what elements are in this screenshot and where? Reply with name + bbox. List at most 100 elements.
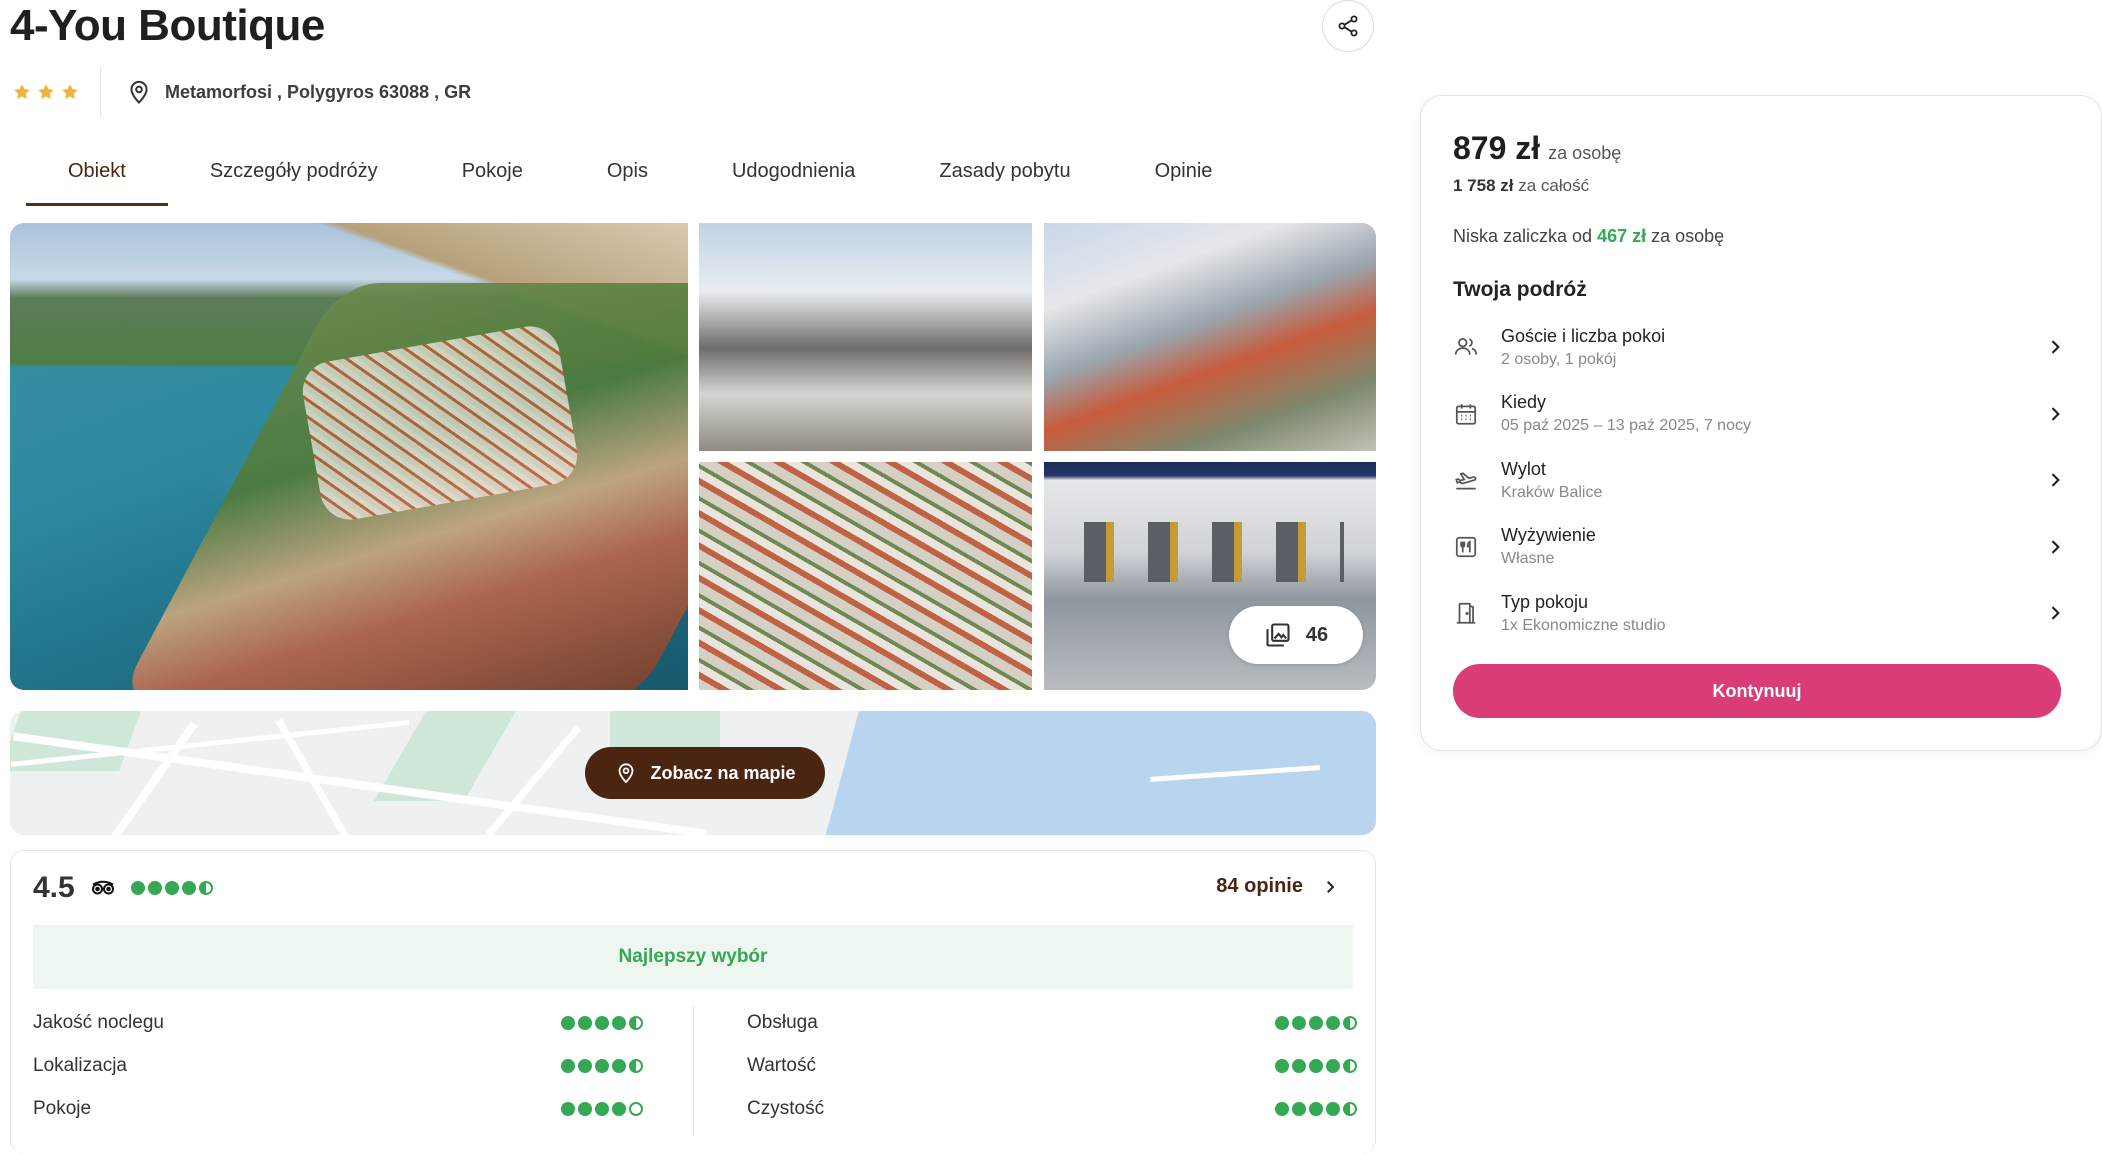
rating-dot — [595, 1015, 609, 1030]
hotel-meta: Metamorfosi , Polygyros 63088 , GR — [12, 67, 472, 117]
trip-item-label: Kiedy — [1501, 392, 1547, 413]
rating-dot — [1275, 1058, 1289, 1073]
rating-dot — [1275, 1101, 1289, 1116]
all-reviews-link[interactable]: 84 opinie — [1216, 875, 1339, 898]
deposit-prefix: Niska zaliczka od — [1453, 226, 1593, 246]
rating-dot — [612, 1101, 626, 1116]
rating-dot — [198, 881, 213, 895]
review-category-label: Obsługa — [747, 1011, 818, 1033]
meta-divider — [100, 67, 101, 117]
deposit-info: Niska zaliczka od 467 zł za osobę — [1453, 226, 1724, 247]
rating-dot — [1309, 1058, 1323, 1073]
trip-section-title: Twoja podróż — [1453, 278, 1587, 301]
gallery-icon — [1266, 623, 1290, 647]
rating-dot — [612, 1058, 626, 1073]
location-pin-icon — [130, 80, 148, 104]
continue-button[interactable]: Kontynuuj — [1453, 664, 2061, 718]
trip-item-guests[interactable]: Goście i liczba pokoi 2 osoby, 1 pokój — [1453, 314, 2071, 381]
rating-dot — [1343, 1015, 1357, 1030]
review-category-row: Czystość — [747, 1087, 1357, 1130]
map-preview[interactable]: Zobacz na mapie — [10, 711, 1376, 835]
photo-count: 46 — [1305, 623, 1329, 646]
gallery-photo[interactable] — [699, 223, 1032, 451]
trip-item-value: Własne — [1501, 550, 1555, 568]
share-icon — [1338, 15, 1358, 37]
chevron-right-icon — [1327, 880, 1335, 893]
rating-dot — [612, 1015, 626, 1030]
price-amount: 879 zł — [1453, 130, 1541, 166]
rating-dot — [1275, 1015, 1289, 1030]
chevron-right-icon — [2051, 606, 2060, 620]
gallery-photo[interactable] — [1044, 223, 1376, 451]
rating-dot — [629, 1015, 643, 1030]
show-all-photos-button[interactable]: 46 — [1229, 606, 1363, 664]
trip-item-meals[interactable]: Wyżywienie Własne — [1453, 514, 2071, 581]
rating-dot — [130, 881, 145, 895]
map-road — [1150, 765, 1320, 782]
guests-icon — [1454, 338, 1478, 355]
review-score: 4.5 — [33, 871, 75, 904]
trip-item-value: 2 osoby, 1 pokój — [1501, 350, 1617, 368]
trip-item-departure[interactable]: Wylot Kraków Balice — [1453, 447, 2071, 514]
rating-dot — [1292, 1058, 1306, 1073]
trip-item-label: Wylot — [1501, 458, 1546, 479]
review-category-label: Czystość — [747, 1097, 825, 1119]
rating-dot — [629, 1101, 643, 1116]
rating-dot — [1343, 1058, 1357, 1073]
gallery-photo[interactable] — [699, 462, 1032, 690]
booking-panel: 879 zł za osobę 1 758 zł za całość Niska… — [1420, 95, 2102, 751]
price-unit: za osobę — [1548, 143, 1622, 163]
rating-dot — [578, 1015, 592, 1030]
star-icon — [14, 84, 30, 100]
trip-item-value: 1x Ekonomiczne studio — [1501, 616, 1666, 634]
gallery-photo-main[interactable] — [10, 223, 688, 690]
tab-udogodnienia[interactable]: Udogodnienia — [690, 150, 897, 206]
tab-zasady-pobytu[interactable]: Zasady pobytu — [897, 150, 1112, 206]
rating-dot — [1326, 1015, 1340, 1030]
photo-umbrellas-shape — [1084, 522, 1344, 582]
hotel-title: 4-You Boutique — [10, 1, 325, 50]
rating-dots — [561, 1015, 643, 1030]
plane-departure-icon — [1455, 472, 1477, 490]
tab-pokoje[interactable]: Pokoje — [420, 150, 565, 206]
trip-details-list: Goście i liczba pokoi 2 osoby, 1 pokój K… — [1453, 314, 2071, 647]
chevron-right-icon — [2051, 540, 2060, 554]
review-category-row: Wartość — [747, 1044, 1357, 1087]
rating-dot — [595, 1101, 609, 1116]
rating-dot — [164, 881, 179, 895]
view-on-map-button[interactable]: Zobacz na mapie — [585, 747, 825, 799]
trip-item-dates[interactable]: Kiedy 05 paź 2025 – 13 paź 2025, 7 nocy — [1453, 381, 2071, 448]
meal-icon — [1455, 536, 1477, 557]
rating-dot — [1309, 1101, 1323, 1116]
trip-item-room-type[interactable]: Typ pokoju 1x Ekonomiczne studio — [1453, 580, 2071, 647]
rating-dot — [561, 1015, 575, 1030]
reviews-header: 4.5 — [33, 871, 213, 905]
rating-dot — [1326, 1101, 1340, 1116]
rating-dot — [181, 881, 196, 895]
hotel-overview: 4-You Boutique Metamorfosi , Polygyros 6… — [0, 0, 1380, 1154]
price-per-person: 879 zł za osobę — [1453, 130, 1621, 167]
reviews-count: 84 opinie — [1216, 875, 1303, 897]
tab-szczegoly-podrozy[interactable]: Szczegóły podróży — [168, 150, 420, 206]
best-choice-badge: Najlepszy wybór — [33, 925, 1353, 989]
tab-obiekt[interactable]: Obiekt — [26, 150, 168, 206]
trip-item-text: Goście i liczba pokoi 2 osoby, 1 pokój — [1501, 326, 1665, 369]
share-button[interactable] — [1322, 0, 1374, 52]
review-category-row: Jakość noclegu — [33, 1001, 643, 1044]
rating-dots — [1275, 1015, 1357, 1030]
review-category-label: Jakość noclegu — [33, 1011, 164, 1033]
deposit-amount: 467 zł — [1597, 226, 1647, 246]
calendar-icon — [1455, 404, 1477, 425]
review-category-label: Lokalizacja — [33, 1054, 127, 1076]
view-on-map-label: Zobacz na mapie — [650, 762, 796, 783]
rating-dot — [595, 1058, 609, 1073]
hotel-address: Metamorfosi , Polygyros 63088 , GR — [165, 81, 472, 102]
rating-dot — [1326, 1058, 1340, 1073]
rating-dot — [578, 1058, 592, 1073]
tab-opis[interactable]: Opis — [565, 150, 690, 206]
map-park — [610, 711, 720, 751]
tab-opinie[interactable]: Opinie — [1113, 150, 1255, 206]
trip-item-text: Wylot Kraków Balice — [1501, 459, 1602, 502]
rating-dots — [561, 1101, 643, 1116]
trip-item-value: Kraków Balice — [1501, 483, 1603, 501]
